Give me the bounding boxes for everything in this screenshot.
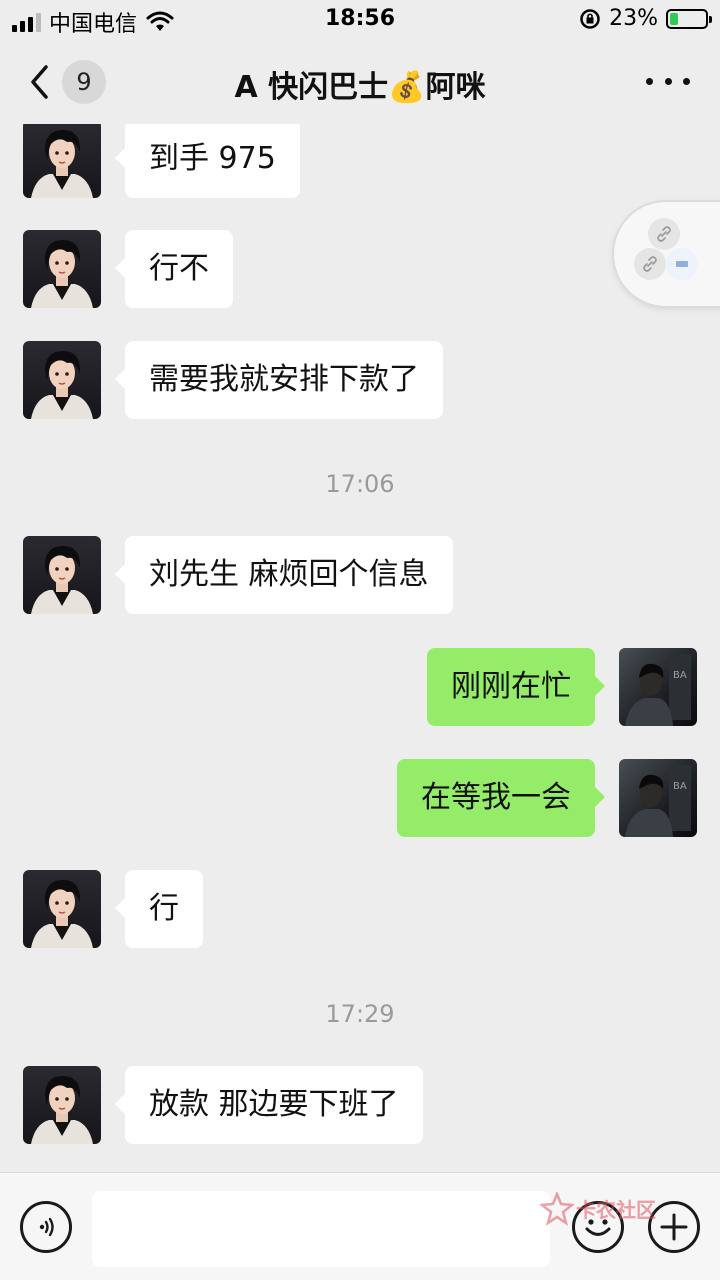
message-bubble[interactable]: 到手 975	[115, 124, 300, 198]
back-button[interactable]: 9	[28, 60, 112, 104]
message-incoming: 行不	[23, 230, 233, 308]
contact-avatar[interactable]	[23, 870, 101, 948]
message-bubble[interactable]: 刘先生 麻烦回个信息	[115, 536, 453, 614]
chevron-left-icon	[31, 65, 48, 99]
time-divider: 17:29	[325, 1000, 395, 1028]
unread-count-badge: 9	[62, 60, 106, 104]
contact-avatar[interactable]	[23, 536, 101, 614]
message-outgoing: 在等我一会	[397, 759, 697, 837]
link-icon	[648, 218, 680, 250]
chat-title: A 快闪巴士💰阿咪	[234, 70, 486, 105]
message-incoming: 到手 975	[23, 124, 300, 198]
message-bubble[interactable]: 刚刚在忙	[427, 648, 605, 726]
message-input[interactable]	[92, 1191, 550, 1267]
orientation-lock-icon	[580, 8, 600, 29]
my-avatar[interactable]	[619, 759, 697, 837]
battery-icon	[666, 8, 712, 29]
message-incoming: 刘先生 麻烦回个信息	[23, 536, 453, 614]
watermark-text: 卡农社区	[576, 1198, 656, 1222]
message-incoming: 放款 那边要下班了	[23, 1066, 423, 1144]
more-icon	[646, 77, 653, 85]
battery-percent: 23%	[609, 6, 658, 31]
watermark-logo-icon	[540, 1192, 574, 1226]
more-options-button[interactable]	[646, 66, 690, 96]
message-bubble[interactable]: 放款 那边要下班了	[115, 1066, 423, 1144]
time-divider: 17:06	[325, 470, 395, 498]
message-bubble[interactable]: 行	[115, 870, 203, 948]
contact-avatar[interactable]	[23, 230, 101, 308]
contact-avatar[interactable]	[23, 124, 101, 198]
message-incoming: 行	[23, 870, 203, 948]
watermark: 卡农社区	[540, 1190, 680, 1230]
floating-link-widget[interactable]	[612, 200, 720, 308]
message-bubble[interactable]: 在等我一会	[397, 759, 605, 837]
chat-header: 9 A 快闪巴士💰阿咪	[0, 40, 720, 124]
status-right: 23%	[579, 6, 712, 31]
message-incoming: 需要我就安排下款了	[23, 341, 443, 419]
link-icon	[634, 248, 666, 280]
my-avatar[interactable]	[619, 648, 697, 726]
voice-icon	[39, 1217, 54, 1237]
app-logo-icon	[666, 248, 698, 280]
voice-button[interactable]	[20, 1201, 72, 1253]
message-outgoing: 刚刚在忙	[427, 648, 697, 726]
contact-avatar[interactable]	[23, 1066, 101, 1144]
message-bubble[interactable]: 需要我就安排下款了	[115, 341, 443, 419]
contact-avatar[interactable]	[23, 341, 101, 419]
status-bar: 中国电信 18:56 23%	[0, 0, 720, 40]
message-list[interactable]: 到手 975 行不 需要我就安排下款了 17:06 刘先生 麻烦回个信息 刚刚在…	[0, 124, 720, 1172]
message-bubble[interactable]: 行不	[115, 230, 233, 308]
